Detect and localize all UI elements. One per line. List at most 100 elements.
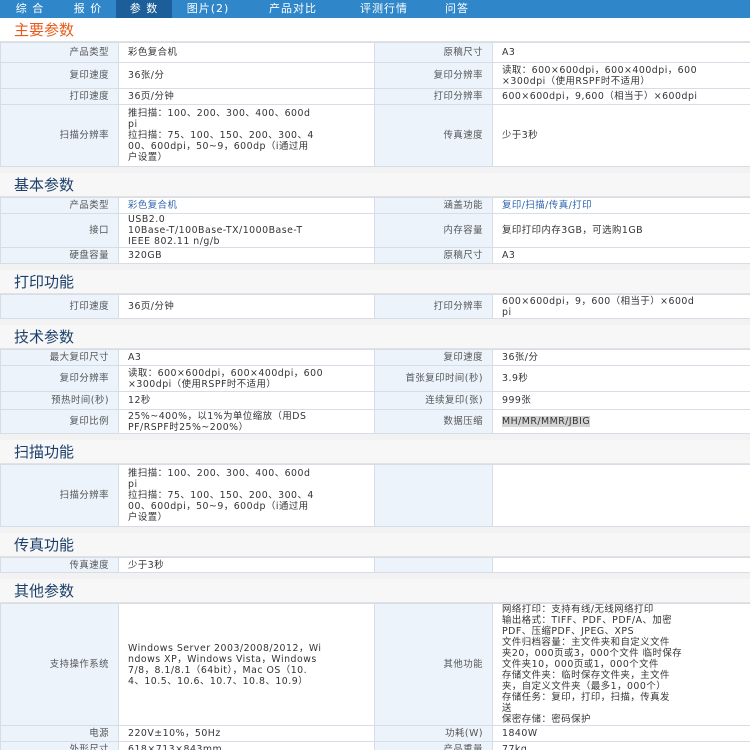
spec-value: 推扫描：100、200、300、400、600d pi 拉扫描：75、100、150… <box>118 104 375 167</box>
spec-value-line: PF/RSPF时25%~200%） <box>128 421 249 433</box>
spec-value-line: 复印打印内存3GB，可选购1GB <box>502 225 644 236</box>
spec-value-line: 77kg <box>502 744 528 750</box>
spec-value-line: USB2.0 <box>128 214 166 226</box>
nav-tab-1[interactable]: 报 价 <box>60 0 116 18</box>
spec-value-line: 复印/扫描/传真/打印 <box>502 200 592 211</box>
spec-label: 外形尺寸 <box>0 741 119 750</box>
spec-value-line: 320GB <box>128 250 163 261</box>
spec-row: 外形尺寸 618×713×843mm 产品重量 77kg <box>0 741 750 750</box>
spec-value-line: ×300dpi（使用RSPF时不适用） <box>502 75 651 87</box>
spec-value: 复印/扫描/传真/打印 <box>492 197 750 214</box>
spec-row: 复印比例 25%~400%，以1%为单位缩放（用DS PF/RSPF时25%~200… <box>0 409 750 434</box>
spec-label: 复印速度 <box>374 349 493 366</box>
spec-value-line: PDF、压缩PDF、JPEG、XPS <box>502 626 635 637</box>
spec-value-line: 户设置） <box>128 152 168 163</box>
spec-value-line: ×300dpi（使用RSPF时不适用） <box>128 378 277 390</box>
spec-label: 传真速度 <box>374 104 493 167</box>
spec-label: 扫描分辨率 <box>0 104 119 167</box>
section-title: 基本参数 <box>0 173 750 197</box>
spec-value: 1840W <box>492 725 750 742</box>
spec-label: 传真速度 <box>0 557 119 573</box>
spec-label: 首张复印时间(秒) <box>374 365 493 392</box>
spec-value-line: 推扫描：100、200、300、400、600d <box>128 468 311 479</box>
spec-value-line: 读取：600×600dpi，600×400dpi，600 <box>128 367 324 379</box>
spec-value-line: MH/MR/MMR/JBIG <box>502 416 747 427</box>
nav-tab-0[interactable]: 综 合 <box>0 0 60 18</box>
spec-value-line: 36张/分 <box>502 352 539 363</box>
spec-value-line: 保密存储：密码保护 <box>502 714 591 725</box>
spec-value-line: 彩色复合机 <box>128 47 178 58</box>
spec-value: 600×600dpi，9,600（相当于）×600dpi <box>492 88 750 105</box>
spec-row: 硬盘容量 320GB 原稿尺寸 A3 <box>0 247 750 264</box>
spec-value: A3 <box>118 349 375 366</box>
spec-row: 打印速度 36页/分钟 打印分辨率 600×600dpi，9,600（相当于）×600… <box>0 88 750 105</box>
spec-label: 涵盖功能 <box>374 197 493 214</box>
section-title: 主要参数 <box>0 18 750 42</box>
spec-value-line: 读取：600×600dpi，600×400dpi，600 <box>502 64 698 76</box>
section-title: 技术参数 <box>0 325 750 349</box>
spec-value-line: A3 <box>502 250 516 261</box>
spec-value-line: 送 <box>502 703 512 714</box>
spec-table: 产品类型 彩色复合机 涵盖功能 复印/扫描/传真/打印 接口 USB2.0 10Base-T… <box>0 197 750 264</box>
spec-row: 扫描分辨率 推扫描：100、200、300、400、600d pi 拉扫描：75、10… <box>0 104 750 167</box>
spec-row: 产品类型 彩色复合机 原稿尺寸 A3 <box>0 42 750 63</box>
spec-value-line: 夹20，000页或3，000个文件 临时保存 <box>502 648 683 659</box>
spec-value: 12秒 <box>118 391 375 410</box>
spec-value-line: IEEE 802.11 n/g/b <box>128 236 220 247</box>
spec-value: 3.9秒 <box>492 365 750 392</box>
spec-table: 传真速度 少于3秒 <box>0 557 750 573</box>
spec-label: 扫描分辨率 <box>0 464 119 527</box>
spec-table: 产品类型 彩色复合机 原稿尺寸 A3 复印速度 36张/分 复印分辨率 读取：600×600d… <box>0 42 750 167</box>
spec-value-line: 存储任务：复印，打印，扫描，传真发 <box>502 692 670 703</box>
spec-value-line: 推扫描：100、200、300、400、600d <box>128 108 311 119</box>
spec-value-line: 彩色复合机 <box>128 200 178 211</box>
nav-tab-4[interactable]: 产品对比 <box>244 0 342 18</box>
spec-value: 少于3秒 <box>492 104 750 167</box>
spec-label: 打印速度 <box>0 88 119 105</box>
nav-tab-3[interactable]: 图片(2) <box>172 0 244 18</box>
spec-label: 支持操作系统 <box>0 603 119 726</box>
spec-value-line: 输出格式：TIFF、PDF、PDF/A、加密 <box>502 615 673 626</box>
spec-value: 25%~400%，以1%为单位缩放（用DS PF/RSPF时25%~200%） <box>118 409 375 434</box>
spec-value-line: 00、600dpi，50~9，600dp（i通过用 <box>128 141 309 152</box>
spec-value-line: 夹，自定义文件夹（最多1，000个） <box>502 681 667 692</box>
section-title: 打印功能 <box>0 270 750 294</box>
nav-tab-2[interactable]: 参 数 <box>116 0 172 18</box>
spec-value-line: ndows XP，Windows Vista，Windows <box>128 653 317 665</box>
spec-label: 复印比例 <box>0 409 119 434</box>
spec-row: 预热时间(秒) 12秒 连续复印(张) 999张 <box>0 391 750 410</box>
section-title: 其他参数 <box>0 579 750 603</box>
nav-tab-6[interactable]: 问答 <box>426 0 488 18</box>
spec-label: 复印分辨率 <box>374 62 493 89</box>
spec-value-line: 拉扫描：75、100、150、200、300、4 <box>128 490 314 501</box>
spec-value-line: A3 <box>502 47 516 58</box>
spec-value: 推扫描：100、200、300、400、600d pi 拉扫描：75、100、150… <box>118 464 375 527</box>
spec-row: 复印速度 36张/分 复印分辨率 读取：600×600dpi，600×400dpi，6… <box>0 62 750 89</box>
spec-label: 预热时间(秒) <box>0 391 119 410</box>
spec-value: A3 <box>492 42 750 63</box>
spec-value: MH/MR/MMR/JBIG <box>492 409 750 434</box>
section-title: 传真功能 <box>0 533 750 557</box>
spec-value-line: 25%~400%，以1%为单位缩放（用DS <box>128 410 307 422</box>
spec-row: 支持操作系统 Windows Server 2003/2008/2012，Wi nd… <box>0 603 750 726</box>
spec-label: 其他功能 <box>374 603 493 726</box>
nav-tab-5[interactable]: 评测行情 <box>342 0 426 18</box>
spec-value-line: 10Base-T/100Base-TX/1000Base-T <box>128 225 303 236</box>
spec-value-line: 36张/分 <box>128 70 165 81</box>
spec-label: 最大复印尺寸 <box>0 349 119 366</box>
spec-value-line: 文件夹10，000页或1，000个文件 <box>502 659 659 670</box>
spec-row: 复印分辨率 读取：600×600dpi，600×400dpi，600 ×300dpi… <box>0 365 750 392</box>
spec-value-line: A3 <box>128 352 142 363</box>
spec-label: 连续复印(张) <box>374 391 493 410</box>
spec-label: 复印速度 <box>0 62 119 89</box>
spec-value: USB2.0 10Base-T/100Base-TX/1000Base-T IEEE… <box>118 213 375 248</box>
spec-value-line: 36页/分钟 <box>128 301 175 312</box>
spec-label: 硬盘容量 <box>0 247 119 264</box>
spec-value: 999张 <box>492 391 750 410</box>
spec-value-line: 600×600dpi，9,600（相当于）×600dpi <box>502 91 698 102</box>
spec-row: 电源 220V±10%，50Hz 功耗(W) 1840W <box>0 725 750 742</box>
spec-label: 原稿尺寸 <box>374 247 493 264</box>
section-title: 扫描功能 <box>0 440 750 464</box>
spec-value-line: Windows Server 2003/2008/2012，Wi <box>128 642 322 654</box>
spec-row: 传真速度 少于3秒 <box>0 557 750 573</box>
